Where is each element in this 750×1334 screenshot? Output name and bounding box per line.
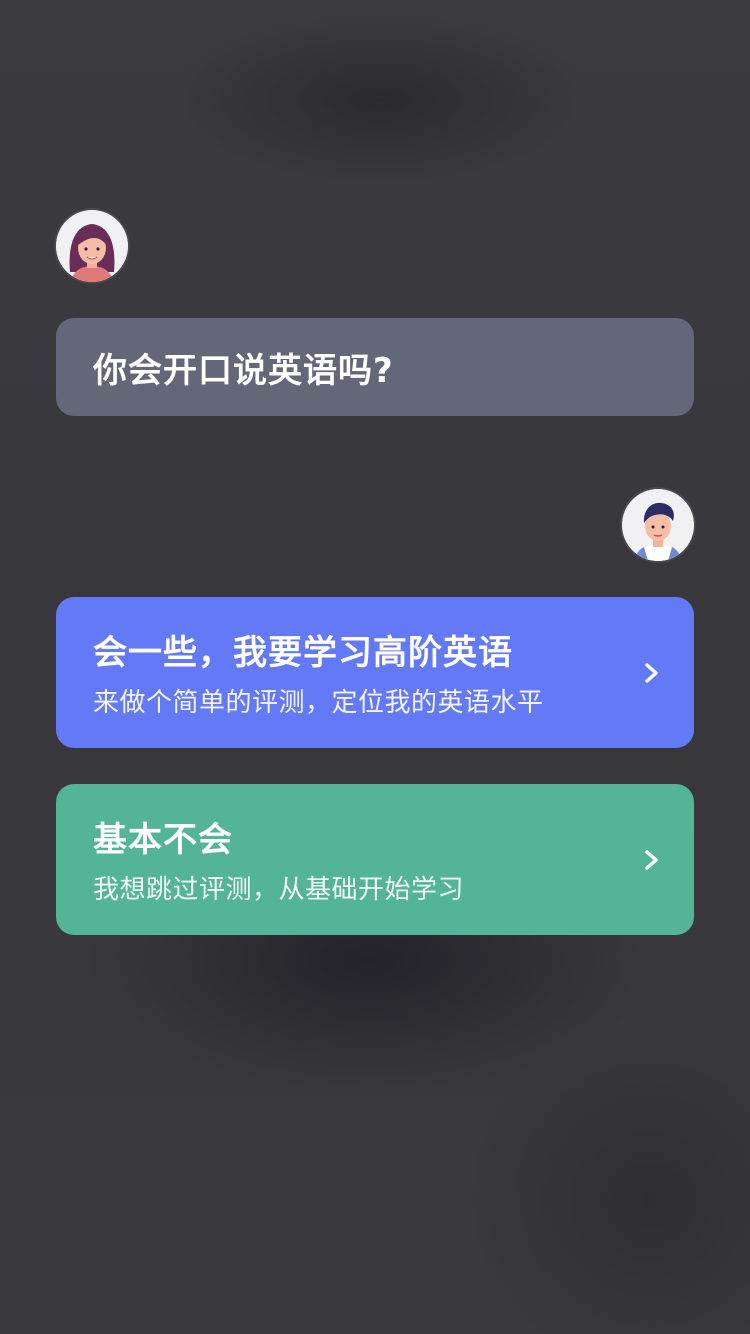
chevron-right-icon [645,663,658,683]
option-basic-button[interactable]: 基本不会 我想跳过评测，从基础开始学习 [56,784,694,935]
option-title: 会一些，我要学习高阶英语 [93,633,513,673]
option-subtitle: 我想跳过评测，从基础开始学习 [93,875,465,905]
option-advanced-button[interactable]: 会一些，我要学习高阶英语 来做个简单的评测，定位我的英语水平 [56,597,694,748]
male-avatar-icon [622,489,694,561]
female-avatar-icon [56,210,128,282]
teacher-avatar [56,210,128,282]
option-title: 基本不会 [93,820,233,860]
question-bubble: 你会开口说英语吗? [56,318,694,416]
chevron-right-icon [645,850,658,870]
option-subtitle: 来做个简单的评测，定位我的英语水平 [93,688,544,718]
question-text: 你会开口说英语吗? [93,350,394,391]
user-avatar [622,489,694,561]
